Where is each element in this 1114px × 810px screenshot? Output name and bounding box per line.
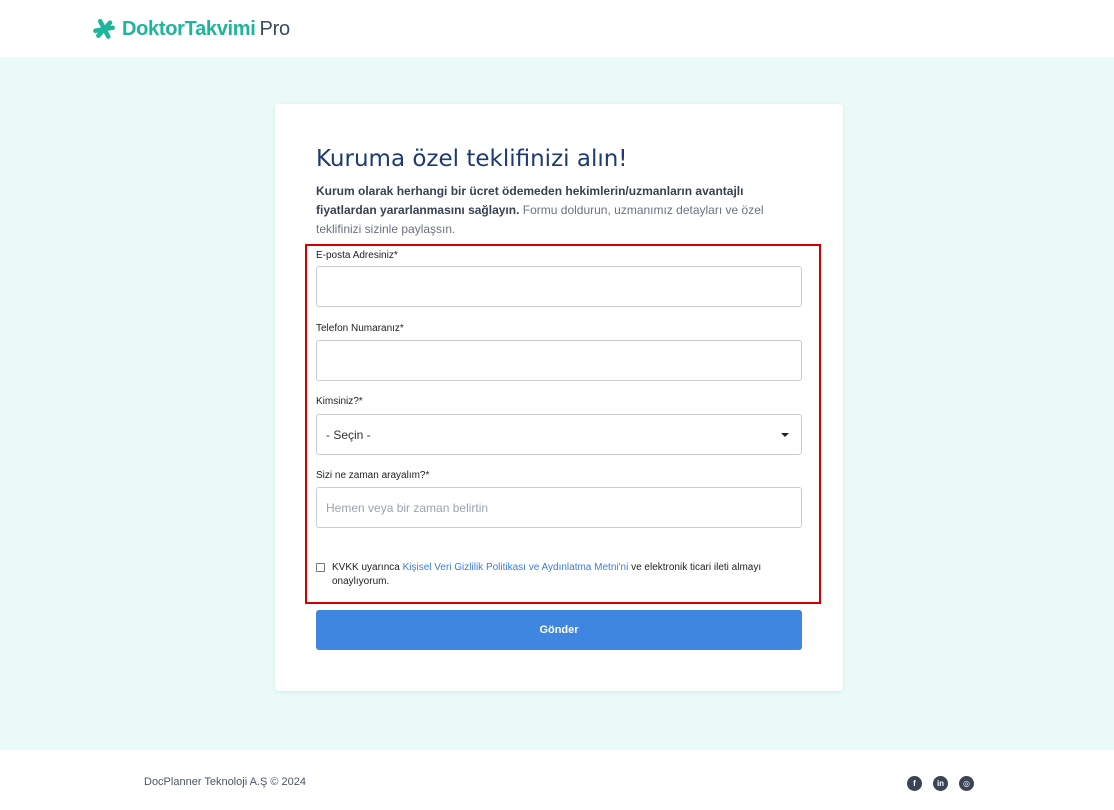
page-title: Kuruma özel teklifinizi alın! (316, 146, 628, 172)
linkedin-icon[interactable]: in (933, 776, 948, 791)
consent-prefix: KVKK uyarınca (332, 562, 403, 573)
call-time-label: Sizi ne zaman arayalım?* (316, 470, 430, 481)
caret-down-icon (781, 432, 789, 437)
brand-star-icon (93, 18, 115, 39)
email-label: E-posta Adresiniz* (316, 250, 398, 261)
submit-button[interactable]: Gönder (316, 610, 802, 650)
instagram-icon[interactable]: ◎ (959, 776, 974, 791)
email-field[interactable] (316, 266, 802, 307)
who-select[interactable]: - Seçin - (316, 414, 802, 455)
offer-form-card: Kuruma özel teklifinizi alın! Kurum olar… (275, 104, 843, 691)
page-footer: DocPlanner Teknoloji A.Ş © 2024 f in ◎ (0, 750, 1114, 810)
logo-pro-text: Pro (259, 17, 291, 40)
phone-field[interactable] (316, 340, 802, 381)
copyright-text: DocPlanner Teknoloji A.Ş © 2024 (144, 776, 307, 788)
call-time-field[interactable] (316, 487, 802, 528)
consent-text: KVKK uyarınca Kişisel Veri Gizlilik Poli… (332, 561, 796, 589)
consent-checkbox[interactable] (316, 563, 325, 572)
intro-text: Kurum olarak herhangi bir ücret ödemeden… (316, 182, 786, 239)
who-select-value: - Seçin - (326, 427, 371, 442)
who-label: Kimsiniz?* (316, 396, 363, 407)
facebook-icon[interactable]: f (907, 776, 922, 791)
consent-row: KVKK uyarınca Kişisel Veri Gizlilik Poli… (316, 561, 796, 589)
logo-text: DoktorTakvimi (122, 17, 256, 40)
logo[interactable]: DoktorTakvimi Pro (92, 15, 290, 43)
page-header: DoktorTakvimi Pro (0, 0, 1114, 57)
privacy-policy-link[interactable]: Kişisel Veri Gizlilik Politikası ve Aydı… (403, 562, 629, 573)
phone-label: Telefon Numaranız* (316, 323, 404, 334)
